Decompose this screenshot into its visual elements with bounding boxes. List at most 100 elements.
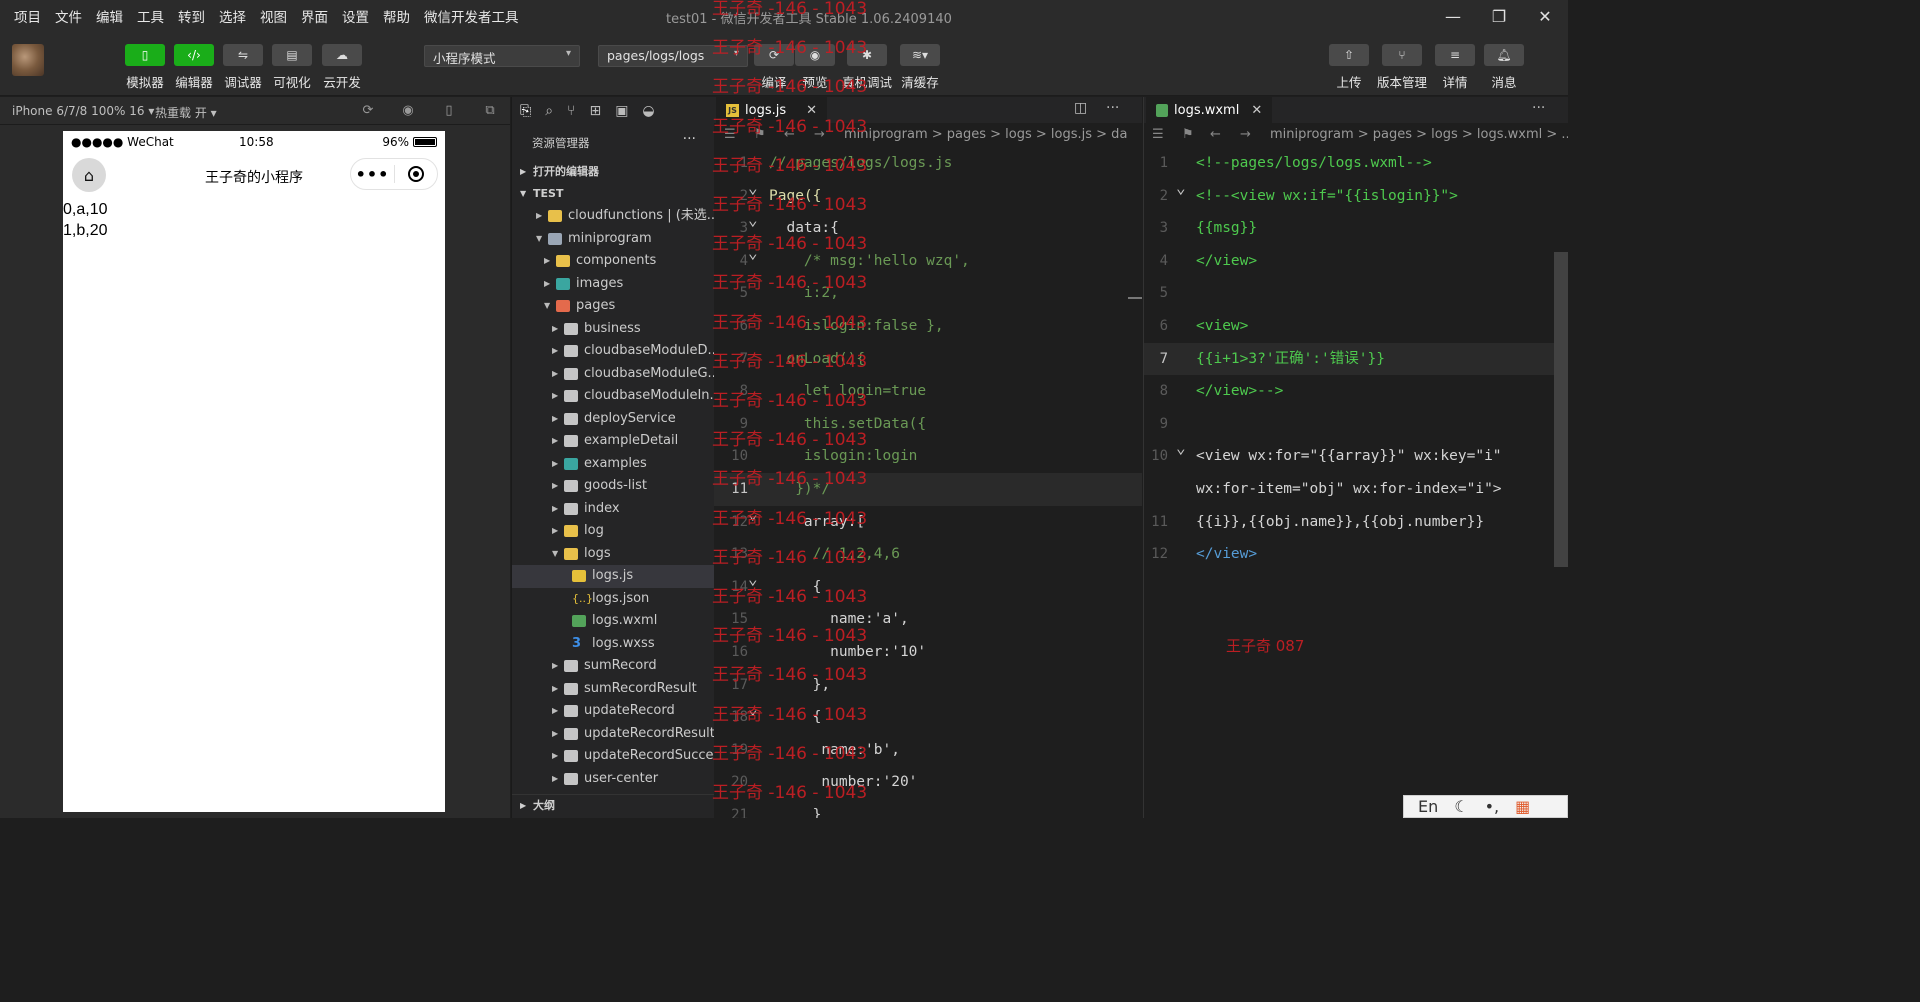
chevron-right-icon[interactable]: ▶: [552, 340, 558, 362]
code-line[interactable]: 20 number:'20': [714, 766, 1142, 799]
close-window-icon[interactable]: ✕: [1522, 0, 1568, 32]
bookmark-icon[interactable]: ⚑: [754, 123, 766, 147]
code-line[interactable]: 9 this.setData({: [714, 408, 1142, 441]
code-line[interactable]: 1 <!--pages/logs/logs.wxml-->: [1144, 147, 1568, 180]
code-line[interactable]: 16 number:'10': [714, 636, 1142, 669]
menu-item[interactable]: 工具: [135, 6, 166, 26]
upload-button[interactable]: ⇧: [1329, 44, 1369, 66]
tree-folder[interactable]: ▶ updateRecord: [512, 700, 715, 723]
split-editor-icon[interactable]: ◫: [1074, 100, 1087, 116]
menu-item[interactable]: 编辑: [94, 6, 125, 26]
tree-folder[interactable]: ▶ log: [512, 520, 715, 543]
more-actions-icon[interactable]: ···: [1532, 100, 1545, 116]
tree-file[interactable]: {..} logs.json: [512, 588, 715, 611]
cloud-dev-button[interactable]: ☁: [322, 44, 362, 66]
chevron-right-icon[interactable]: ▶: [552, 408, 558, 430]
maximize-icon[interactable]: ❐: [1476, 0, 1522, 32]
code-line[interactable]: 12 </view>: [1144, 538, 1568, 571]
tree-folder[interactable]: ▼ logs: [512, 543, 715, 566]
tree-file[interactable]: logs.wxml: [512, 610, 715, 633]
breadcrumb-path[interactable]: miniprogram > pages > logs > logs.wxml >…: [1270, 123, 1568, 147]
code-line[interactable]: 8 </view>-->: [1144, 375, 1568, 408]
debugger-toggle-button[interactable]: ⇋: [223, 44, 263, 66]
code-line[interactable]: 15 name:'a',: [714, 603, 1142, 636]
chevron-right-icon[interactable]: ▶: [552, 498, 558, 520]
phone-screen[interactable]: ●●●●● WeChat 10:58 96% ⌂ 王子奇的小程序 ••• 0,a…: [63, 131, 445, 812]
code-line[interactable]: 4 ⌄ /* msg:'hello wzq',: [714, 243, 1142, 278]
chevron-right-icon[interactable]: ▶: [552, 655, 558, 677]
menu-item[interactable]: 文件: [53, 6, 84, 26]
mode-select[interactable]: 小程序模式 ▾: [424, 45, 580, 67]
tab-logs-js[interactable]: JS logs.js ✕: [716, 97, 828, 123]
more-actions-icon[interactable]: ···: [1106, 100, 1119, 116]
editor-toggle-button[interactable]: ‹/›: [174, 44, 214, 66]
code-line[interactable]: 6 <view>: [1144, 310, 1568, 343]
tree-folder[interactable]: ▶ sumRecordResult: [512, 678, 715, 701]
clear-cache-button[interactable]: ≋▾: [900, 44, 940, 66]
code-line[interactable]: 12 ⌄ array:[: [714, 504, 1142, 539]
chevron-right-icon[interactable]: ▶: [552, 520, 558, 542]
code-line[interactable]: 7 {{i+1>3?'正确':'错误'}}: [1144, 342, 1568, 376]
chevron-right-icon[interactable]: ▶: [544, 250, 550, 272]
open-editors-section[interactable]: ▶ 打开的编辑器: [512, 161, 715, 183]
forward-icon[interactable]: →: [1240, 123, 1251, 147]
fold-chevron-icon[interactable]: ⌄: [748, 498, 758, 531]
chevron-down-icon[interactable]: ▼: [552, 543, 558, 565]
more-icon[interactable]: ···: [683, 131, 696, 147]
code-line[interactable]: 19 name:'b',: [714, 734, 1142, 767]
compile-button[interactable]: ⟳: [754, 44, 794, 66]
simulator-toggle-button[interactable]: ▯: [125, 44, 165, 66]
code-line[interactable]: 5: [1144, 277, 1568, 310]
fold-chevron-icon[interactable]: ⌄: [1176, 432, 1186, 465]
code-line[interactable]: 5 i:2,: [714, 277, 1142, 310]
fold-chevron-icon[interactable]: ⌄: [748, 563, 758, 596]
code-line[interactable]: 10 islogin:login: [714, 440, 1142, 473]
chevron-right-icon[interactable]: ▶: [552, 363, 558, 385]
code-line[interactable]: 11 })*/: [714, 473, 1142, 506]
tree-folder[interactable]: ▶ business: [512, 318, 715, 341]
tree-folder[interactable]: ▶ goods-list: [512, 475, 715, 498]
code-line[interactable]: 21 }: [714, 799, 1142, 818]
code-line[interactable]: 18 ⌄ {: [714, 699, 1142, 734]
menu-item[interactable]: 设置: [340, 6, 371, 26]
code-line[interactable]: 17 },: [714, 669, 1142, 702]
extensions-icon[interactable]: ⊞: [589, 103, 601, 119]
forward-icon[interactable]: →: [814, 123, 825, 147]
fold-chevron-icon[interactable]: ⌄: [748, 172, 758, 205]
code-line[interactable]: 14 ⌄ {: [714, 569, 1142, 604]
code-line[interactable]: 3 {{msg}}: [1144, 212, 1568, 245]
js-editor[interactable]: JS logs.js ✕ ◫ ··· ☰ ⚑ ← → miniprogram >…: [714, 97, 1142, 818]
fold-chevron-icon[interactable]: ⌄: [748, 693, 758, 726]
bookmark-icon[interactable]: ⚑: [1182, 123, 1194, 147]
menu-item[interactable]: 微信开发者工具: [422, 6, 521, 26]
device-select[interactable]: iPhone 6/7/8 100% 16 ▾: [12, 104, 154, 118]
tree-file[interactable]: 3 logs.wxss: [512, 633, 715, 656]
fold-chevron-icon[interactable]: ⌄: [748, 237, 758, 270]
breadcrumb-path[interactable]: miniprogram > pages > logs > logs.js > d…: [844, 123, 1127, 147]
chevron-right-icon[interactable]: ▶: [552, 453, 558, 475]
punctuation-icon[interactable]: •,: [1485, 797, 1500, 816]
avatar[interactable]: [12, 44, 44, 76]
tree-folder[interactable]: ▶ user-center: [512, 768, 715, 791]
tree-file[interactable]: logs.js: [512, 565, 715, 588]
fold-chevron-icon[interactable]: ⌄: [748, 204, 758, 237]
menu-item[interactable]: 界面: [299, 6, 330, 26]
apps-icon[interactable]: ▦: [1515, 797, 1530, 816]
menu-item[interactable]: 项目: [12, 6, 43, 26]
code-line[interactable]: 11 {{i}},{{obj.name}},{{obj.number}}: [1144, 506, 1568, 539]
tree-folder[interactable]: ▶ examples: [512, 453, 715, 476]
tree-folder[interactable]: ▼ pages: [512, 295, 715, 318]
chevron-right-icon[interactable]: ▶: [536, 205, 542, 227]
search-icon[interactable]: ⌕: [545, 103, 553, 119]
storage-icon[interactable]: ▣: [615, 103, 628, 119]
chevron-right-icon[interactable]: ▶: [552, 723, 558, 745]
chevron-right-icon[interactable]: ▶: [544, 273, 550, 295]
tree-folder[interactable]: ▶ components: [512, 250, 715, 273]
tree-folder[interactable]: ▶ cloudbaseModuleD...: [512, 340, 715, 363]
wxml-editor[interactable]: logs.wxml ✕ ··· ☰ ⚑ ← → miniprogram > pa…: [1143, 97, 1568, 818]
phone-icon[interactable]: ▯: [440, 102, 458, 120]
messages-button[interactable]: 🔔︎: [1484, 44, 1524, 66]
scrollbar-thumb[interactable]: [1554, 252, 1568, 567]
visual-toggle-button[interactable]: ▤: [272, 44, 312, 66]
chevron-right-icon[interactable]: ▶: [552, 700, 558, 722]
